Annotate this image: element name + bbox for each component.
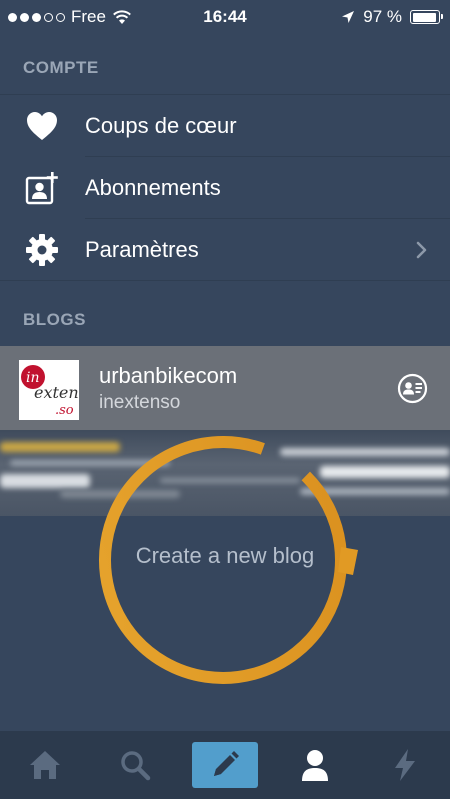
blog-switch-icon[interactable]: [397, 373, 428, 404]
menu-item-likes[interactable]: Coups de cœur: [0, 95, 450, 156]
blog-avatar[interactable]: in exten .so: [19, 360, 79, 420]
tab-activity[interactable]: [360, 731, 450, 799]
menu-item-label: Coups de cœur: [85, 112, 237, 138]
compose-button[interactable]: [192, 742, 258, 788]
blog-name: urbanbikecom: [99, 363, 238, 388]
svg-text:.so: .so: [55, 403, 74, 418]
heart-icon: [25, 109, 59, 143]
search-icon: [121, 751, 151, 781]
gear-icon: [25, 233, 59, 267]
tab-search[interactable]: [90, 731, 180, 799]
menu-item-following[interactable]: Abonnements: [0, 157, 450, 218]
tab-compose[interactable]: [180, 731, 270, 799]
battery-group: 97 %: [341, 7, 443, 27]
svg-text:exten: exten: [34, 383, 79, 402]
location-arrow-icon: [342, 11, 355, 23]
blogs-section-label: BLOGS: [23, 310, 86, 329]
menu-item-settings[interactable]: Paramètres: [0, 219, 450, 280]
person-add-icon: [25, 171, 59, 205]
divider: [0, 280, 450, 281]
compose-icon: [214, 751, 239, 776]
status-bar: Free 16:44 97 %: [0, 0, 450, 34]
battery-icon: [410, 10, 443, 24]
battery-percent: 97 %: [363, 7, 402, 26]
tab-account[interactable]: [270, 731, 360, 799]
bottom-tab-bar: [0, 731, 450, 799]
inextenso-logo: in exten .so: [21, 365, 79, 418]
activity-icon: [395, 749, 415, 781]
account-section-label: COMPTE: [23, 58, 99, 77]
menu-item-label: Paramètres: [85, 236, 199, 262]
account-icon: [302, 750, 328, 781]
create-blog-label[interactable]: Create a new blog: [100, 543, 350, 569]
chevron-right-icon: [416, 241, 427, 258]
menu-item-label: Abonnements: [85, 174, 221, 200]
tab-home[interactable]: [0, 731, 90, 799]
blog-subtitle: inextenso: [99, 392, 181, 413]
home-icon: [30, 751, 60, 779]
